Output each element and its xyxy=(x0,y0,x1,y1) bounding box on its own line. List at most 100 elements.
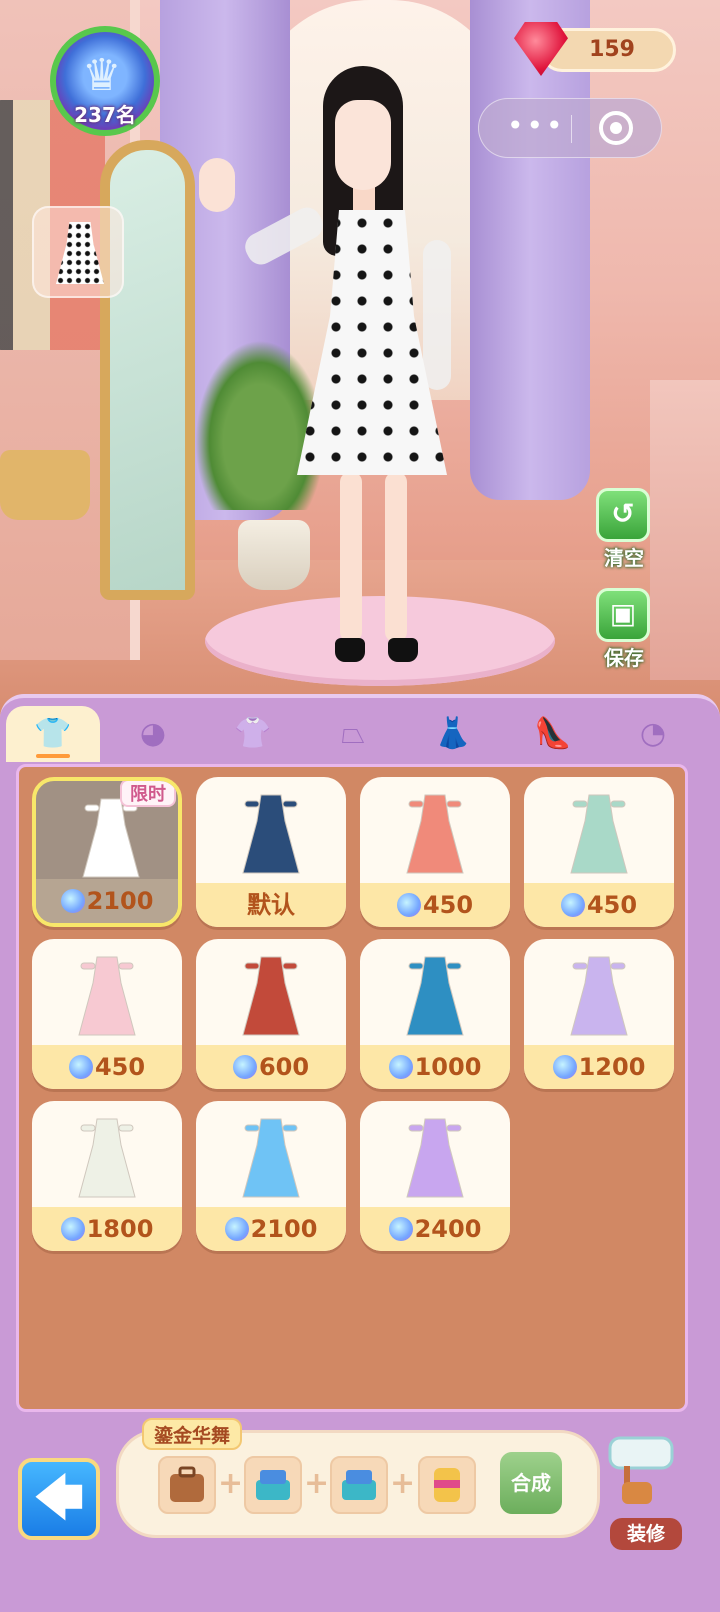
clothing-coin-icon xyxy=(552,1055,577,1079)
item-price: 450 xyxy=(32,1045,182,1089)
outfit-item-card[interactable]: 450 xyxy=(32,939,182,1089)
skirt-icon: ⏢ xyxy=(341,716,365,751)
clothing-coin-icon xyxy=(224,1217,249,1241)
recipe-slot-fabric-icon[interactable] xyxy=(330,1456,388,1514)
save-icon: ▣ xyxy=(609,597,637,630)
tab-heels[interactable]: 👠 xyxy=(506,706,600,762)
outfit-item-card[interactable]: 1200 xyxy=(524,939,674,1089)
item-price-text: 450 xyxy=(586,891,638,919)
clear-button[interactable]: ↺ xyxy=(596,488,650,542)
item-price-text: 2100 xyxy=(86,887,154,915)
plus-sign: + xyxy=(218,1466,244,1501)
clothing-coin-icon xyxy=(60,1217,85,1241)
plus-sign: + xyxy=(304,1466,330,1501)
item-price-text: 1800 xyxy=(86,1215,154,1243)
avatar-face xyxy=(335,100,391,190)
item-price: 1000 xyxy=(360,1045,510,1089)
outfit-item-card[interactable]: 1800 xyxy=(32,1101,182,1251)
tab-hair[interactable]: ◕ xyxy=(106,706,200,762)
top-icon: 👚 xyxy=(234,716,272,751)
curtain-right xyxy=(470,0,590,500)
outfit-preview-icon xyxy=(77,953,137,1037)
back-arrow-icon: 🡄 xyxy=(34,1470,84,1526)
recipe-slot-thread-icon[interactable] xyxy=(418,1456,476,1514)
outfit-preview-icon xyxy=(569,791,629,875)
outfit-preview-icon xyxy=(81,795,141,879)
tab-skirt[interactable]: ⏢ xyxy=(306,706,400,762)
outfit-preview-icon xyxy=(569,953,629,1037)
outfit-icon: 👕 xyxy=(34,716,72,751)
heels-icon: 👠 xyxy=(534,716,572,751)
avatar-shoe-left xyxy=(335,638,365,662)
recipe-title: 鎏金华舞 xyxy=(142,1418,243,1450)
capsule-divider xyxy=(571,115,572,143)
item-price: 2100 xyxy=(36,879,178,923)
handbag xyxy=(0,450,90,520)
mini-program-capsule: ••• xyxy=(478,98,662,158)
outfit-item-card[interactable]: 600 xyxy=(196,939,346,1089)
decorate-label[interactable]: 装修 xyxy=(610,1518,682,1550)
item-price-text: 450 xyxy=(94,1053,146,1081)
outfit-item-card[interactable]: 450 xyxy=(524,777,674,927)
hair-icon: ◕ xyxy=(139,716,167,751)
avatar-leg-right xyxy=(385,472,407,642)
avatar-leg-left xyxy=(340,472,362,642)
item-price: 600 xyxy=(196,1045,346,1089)
outfit-preview-icon xyxy=(405,953,465,1037)
outfit-item-card[interactable]: 默认 xyxy=(196,777,346,927)
save-button[interactable]: ▣ xyxy=(596,588,650,642)
close-target-button[interactable] xyxy=(599,111,633,145)
crown-icon: ♛ xyxy=(82,50,122,101)
avatar-shoe-right xyxy=(388,638,418,662)
item-price-text: 1200 xyxy=(578,1053,646,1081)
tab-top[interactable]: 👚 xyxy=(206,706,300,762)
outfit-item-card[interactable]: 2400 xyxy=(360,1101,510,1251)
outfit-item-card[interactable]: 2100 限时 xyxy=(32,777,182,927)
clear-label: 清空 xyxy=(604,546,644,570)
item-price: 默认 xyxy=(196,883,346,927)
item-price-text: 默认 xyxy=(247,891,295,919)
item-price-text: 2400 xyxy=(414,1215,482,1243)
avatar-arm-right xyxy=(423,240,451,390)
dress-thumbnail-icon xyxy=(56,222,104,284)
item-price-text: 2100 xyxy=(250,1215,318,1243)
clothing-coin-icon xyxy=(60,889,85,913)
recipe-slot-suitcase-icon[interactable] xyxy=(158,1456,216,1514)
recipe-slot-fabric-icon[interactable] xyxy=(244,1456,302,1514)
outfit-preview-icon xyxy=(241,1115,301,1199)
clothing-coin-icon xyxy=(396,893,421,917)
avatar-character[interactable] xyxy=(195,60,465,680)
outfit-preview-icon xyxy=(77,1115,137,1199)
outfit-preview-icon xyxy=(241,953,301,1037)
item-price: 450 xyxy=(524,883,674,927)
outfit-item-card[interactable]: 2100 xyxy=(196,1101,346,1251)
item-price-text: 450 xyxy=(422,891,474,919)
more-menu-button[interactable]: ••• xyxy=(507,111,566,141)
tab-outfit[interactable]: 👕 xyxy=(6,706,100,762)
clothing-coin-icon xyxy=(232,1055,257,1079)
outfit-item-card[interactable]: 450 xyxy=(360,777,510,927)
clothing-coin-icon xyxy=(560,893,585,917)
item-price: 1200 xyxy=(524,1045,674,1089)
item-price: 450 xyxy=(360,883,510,927)
plus-sign: + xyxy=(390,1466,416,1501)
clothing-coin-icon xyxy=(68,1055,93,1079)
tab-accessory[interactable]: ◔ xyxy=(606,706,700,762)
tab-dress[interactable]: 👗 xyxy=(406,706,500,762)
item-price-text: 600 xyxy=(258,1053,310,1081)
clothing-coin-icon xyxy=(388,1055,413,1079)
outfit-preview-icon xyxy=(241,791,301,875)
save-label: 保存 xyxy=(604,646,644,670)
rank-badge[interactable]: ♛ 237名 xyxy=(50,26,160,136)
outfit-item-card[interactable]: 1000 xyxy=(360,939,510,1089)
category-tabs: 👕 ◕ 👚 ⏢ 👗 👠 ◔ xyxy=(0,700,720,766)
dress-icon: 👗 xyxy=(434,716,472,751)
back-button[interactable]: 🡄 xyxy=(18,1458,100,1540)
limited-time-badge: 限时 xyxy=(120,781,176,807)
item-price: 2100 xyxy=(196,1207,346,1251)
paint-roller-icon[interactable] xyxy=(604,1430,682,1510)
avatar-hand xyxy=(199,158,235,212)
compose-button[interactable]: 合成 xyxy=(500,1452,562,1514)
current-outfit-thumbnail[interactable] xyxy=(32,206,124,298)
clothing-coin-icon xyxy=(388,1217,413,1241)
